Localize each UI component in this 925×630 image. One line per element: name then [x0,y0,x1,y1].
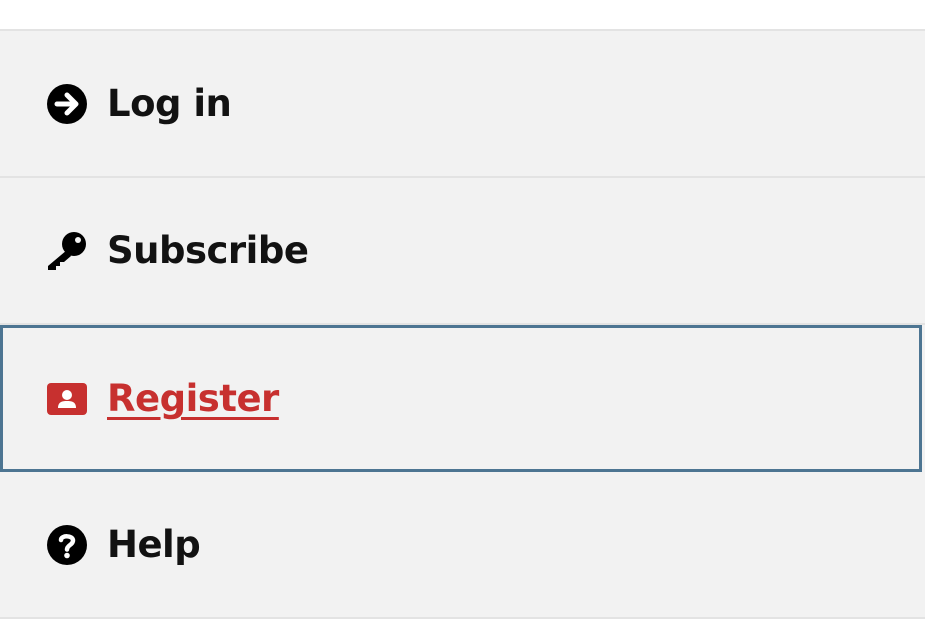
menu-item-register[interactable]: Register [0,325,922,472]
menu-item-label: Subscribe [107,229,309,272]
menu-item-label: Log in [107,82,232,125]
account-menu: Log in Subscribe Register Help [0,29,925,619]
question-circle-icon [46,524,88,566]
menu-item-label: Register [107,377,279,420]
arrow-right-circle-icon [46,83,88,125]
key-icon [46,230,88,272]
menu-item-label: Help [107,523,201,566]
menu-item-log-in[interactable]: Log in [0,31,925,178]
menu-item-help[interactable]: Help [0,472,925,619]
user-card-icon [46,378,88,420]
menu-item-subscribe[interactable]: Subscribe [0,178,925,325]
